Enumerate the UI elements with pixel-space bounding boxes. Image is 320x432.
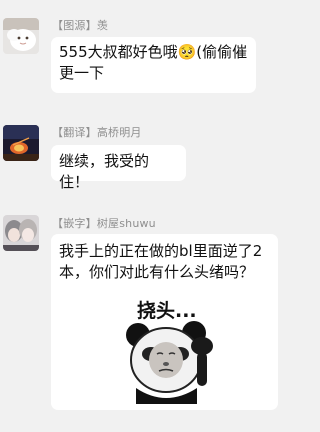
sticker-caption: 挠头...: [137, 300, 197, 322]
avatar[interactable]: [3, 125, 39, 161]
sender-role: 【嵌字】: [52, 217, 97, 230]
avatar-image-icon: [3, 18, 39, 54]
sticker-image[interactable]: 挠头...: [111, 296, 223, 404]
avatar-image-icon: [3, 125, 39, 161]
sender-role: 【图源】: [52, 19, 97, 32]
panda-scratching-head-sticker: 挠头...: [126, 300, 213, 404]
message-text: 555大叔都好色哦🥺(偷偷催更一下: [59, 43, 248, 82]
avatar[interactable]: [3, 215, 39, 251]
message-bubble[interactable]: 我手上的正在做的bl里面逆了2本，你们对此有什么头绪吗？ 挠头...: [51, 234, 278, 410]
sender-name: 树屋shuwu: [96, 217, 156, 230]
message-text: 我手上的正在做的bl里面逆了2本，你们对此有什么头绪吗？: [59, 242, 263, 281]
avatar[interactable]: [3, 18, 39, 54]
message-text: 继续，我受的住！: [59, 152, 150, 191]
message-bubble[interactable]: 555大叔都好色哦🥺(偷偷催更一下: [51, 37, 256, 93]
sender-line: 【嵌字】树屋shuwu: [52, 215, 156, 231]
avatar-image-icon: [3, 215, 39, 251]
sender-name: 高桥明月: [96, 126, 142, 139]
sender-line: 【图源】羡: [52, 17, 108, 33]
message-bubble[interactable]: 继续，我受的住！: [51, 145, 186, 191]
sender-line: 【翻译】高桥明月: [52, 124, 142, 140]
sender-role: 【翻译】: [52, 126, 97, 139]
sender-name: 羡: [96, 19, 109, 32]
